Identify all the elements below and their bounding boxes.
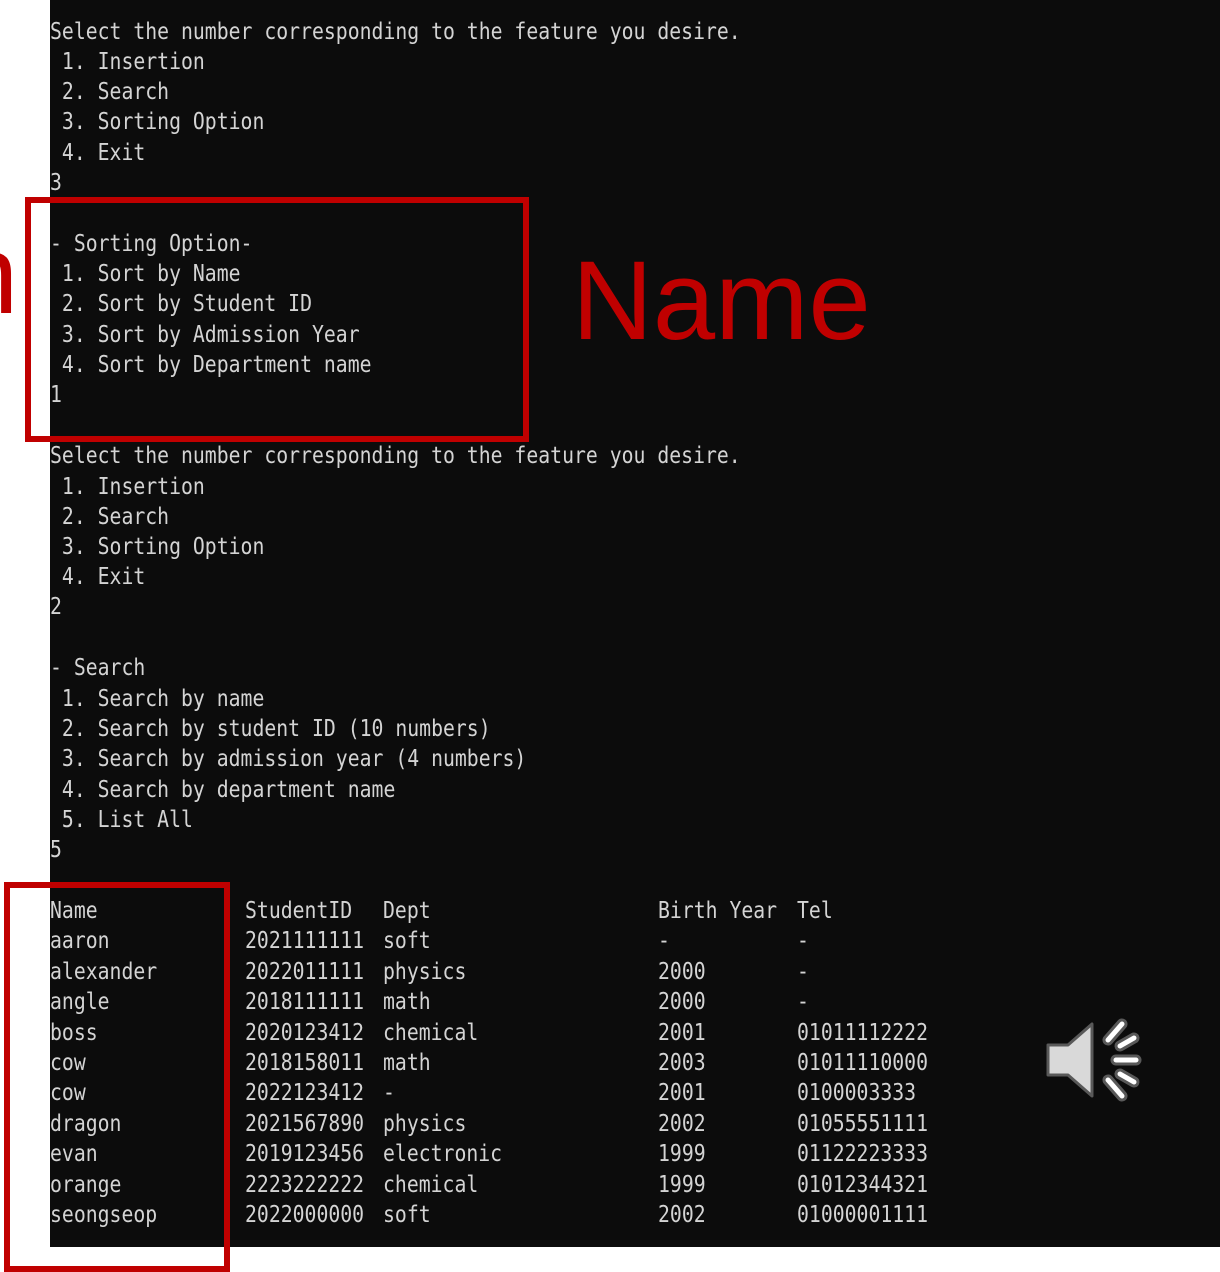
table-cell-dept: physics — [383, 958, 467, 985]
table-cell-dept: math — [383, 989, 431, 1016]
table-cell-tel: 0100003333 — [797, 1080, 917, 1107]
user-input: 2 — [50, 594, 62, 620]
name-column-highlight-box — [4, 882, 230, 1272]
table-cell-birth-year: 2000 — [658, 989, 706, 1016]
search-item-list-all: 5. List All — [50, 807, 193, 833]
table-cell-birth-year: 2002 — [658, 1110, 706, 1137]
table-cell-tel: 01055551111 — [797, 1110, 929, 1137]
table-cell-dept: chemical — [383, 1019, 479, 1046]
table-cell-dept: math — [383, 1050, 431, 1076]
table-cell-student-id: 2021111111 — [245, 928, 365, 955]
table-header-birth-year: Birth Year — [658, 898, 778, 924]
table-cell-tel: 01011112222 — [797, 1019, 929, 1046]
table-cell-student-id: 2223222222 — [245, 1171, 365, 1198]
table-cell-student-id: 2022123412 — [245, 1080, 365, 1107]
table-cell-student-id: 2020123412 — [245, 1019, 365, 1046]
search-item-student-id: 2. Search by student ID (10 numbers) — [50, 716, 491, 742]
menu-item-exit: 4. Exit — [50, 564, 146, 590]
search-title: - Search — [50, 655, 146, 681]
menu-item-sorting-option: 3. Sorting Option — [50, 534, 265, 560]
table-cell-birth-year: 1999 — [658, 1171, 706, 1198]
table-cell-student-id: 2018158011 — [245, 1050, 365, 1076]
table-cell-student-id: 2021567890 — [245, 1110, 365, 1137]
annotation-name-label: Name — [572, 238, 871, 363]
table-cell-birth-year: 2001 — [658, 1080, 706, 1107]
menu-item-exit: 4. Exit — [50, 140, 146, 166]
user-input: 3 — [50, 170, 62, 196]
table-header-tel: Tel — [797, 898, 833, 924]
table-cell-tel: - — [797, 928, 809, 955]
table-cell-birth-year: 1999 — [658, 1141, 706, 1168]
table-cell-student-id: 2022000000 — [245, 1202, 365, 1228]
speaker-volume-icon[interactable] — [1040, 1010, 1150, 1110]
table-cell-birth-year: 2003 — [658, 1050, 706, 1076]
menu-item-sorting-option: 3. Sorting Option — [50, 109, 265, 135]
table-cell-student-id: 2022011111 — [245, 958, 365, 985]
menu-item-insertion: 1. Insertion — [50, 474, 205, 500]
user-input: 5 — [50, 837, 62, 863]
search-item-name: 1. Search by name — [50, 686, 265, 712]
menu-prompt: Select the number corresponding to the f… — [50, 19, 741, 45]
table-cell-birth-year: - — [658, 928, 670, 955]
search-item-admission-year: 3. Search by admission year (4 numbers) — [50, 746, 527, 772]
table-cell-dept: - — [383, 1080, 395, 1107]
table-cell-student-id: 2019123456 — [245, 1141, 365, 1168]
table-cell-tel: 01000001111 — [797, 1202, 929, 1228]
table-cell-tel: - — [797, 989, 809, 1016]
table-cell-birth-year: 2001 — [658, 1019, 706, 1046]
table-cell-dept: electronic — [383, 1141, 503, 1168]
table-cell-tel: 01122223333 — [797, 1141, 929, 1168]
menu-item-search: 2. Search — [50, 79, 170, 105]
table-cell-birth-year: 2002 — [658, 1202, 706, 1228]
menu-prompt: Select the number corresponding to the f… — [50, 443, 741, 469]
table-cell-dept: chemical — [383, 1171, 479, 1198]
table-cell-birth-year: 2000 — [658, 958, 706, 985]
table-cell-dept: soft — [383, 928, 431, 955]
annotation-edge-glyph: n — [0, 210, 18, 340]
search-item-department: 4. Search by department name — [50, 777, 396, 803]
table-cell-student-id: 2018111111 — [245, 989, 365, 1016]
table-header-student-id: StudentID — [245, 898, 353, 924]
menu-item-search: 2. Search — [50, 504, 170, 530]
table-cell-tel: 01011110000 — [797, 1050, 929, 1076]
sort-highlight-box — [25, 197, 529, 442]
table-cell-dept: physics — [383, 1110, 467, 1137]
table-cell-tel: 01012344321 — [797, 1171, 929, 1198]
table-cell-tel: - — [797, 958, 809, 985]
menu-item-insertion: 1. Insertion — [50, 49, 205, 75]
presentation-slide: Select the number corresponding to the f… — [0, 0, 1220, 1272]
table-cell-dept: soft — [383, 1202, 431, 1228]
table-header-dept: Dept — [383, 898, 431, 924]
